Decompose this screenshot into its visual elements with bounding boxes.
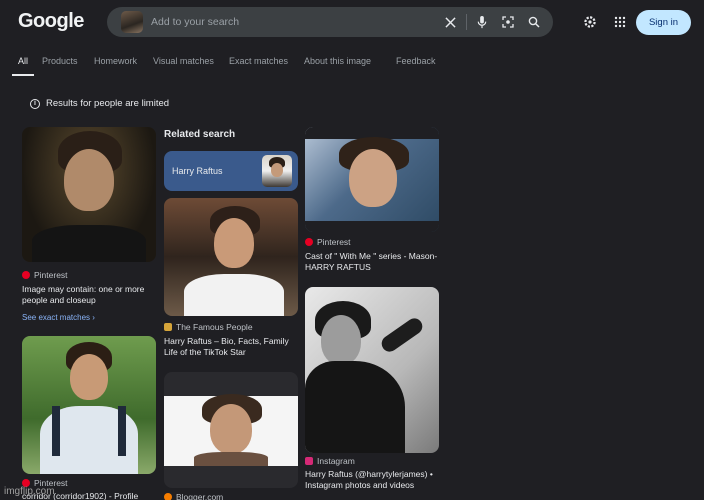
lens-icon[interactable]	[498, 12, 518, 32]
result-image[interactable]	[22, 336, 156, 474]
result-title[interactable]: Harry Raftus – Bio, Facts, Family Life o…	[164, 336, 304, 358]
famous-people-icon	[164, 323, 172, 331]
clear-icon[interactable]	[440, 12, 460, 32]
chip-thumbnail	[262, 155, 292, 187]
sign-in-button[interactable]: Sign in	[636, 10, 691, 35]
result-source[interactable]: Blogger.com	[164, 492, 223, 500]
result-image[interactable]	[305, 127, 439, 232]
imgflip-watermark: imgflip.com	[4, 486, 55, 497]
info-icon: i	[30, 98, 40, 109]
exact-matches-label: See exact matches	[22, 313, 91, 322]
notice-text: Results for people are limited	[46, 98, 170, 109]
result-image[interactable]	[305, 287, 439, 453]
result-source[interactable]: Pinterest	[305, 237, 351, 247]
result-title[interactable]: Harry Raftus (@harrytylerjames) • Instag…	[305, 469, 445, 491]
search-image-thumbnail[interactable]	[121, 11, 143, 33]
search-icon[interactable]	[524, 12, 544, 32]
instagram-icon	[305, 457, 313, 465]
result-source[interactable]: The Famous People	[164, 322, 253, 332]
active-tab-indicator	[12, 74, 34, 76]
related-search-chip[interactable]: Harry Raftus	[164, 151, 298, 191]
tab-feedback[interactable]: Feedback	[396, 56, 436, 66]
google-logo[interactable]: Google	[18, 10, 84, 33]
search-input[interactable]	[151, 13, 431, 31]
result-source[interactable]: Pinterest	[22, 270, 68, 280]
result-image[interactable]	[22, 127, 156, 262]
result-source[interactable]: Instagram	[305, 456, 355, 466]
result-title[interactable]: Cast of " With Me " series - Mason- HARR…	[305, 251, 439, 273]
tab-all[interactable]: All	[18, 56, 28, 66]
related-search-heading: Related search	[164, 129, 236, 140]
microphone-icon[interactable]	[472, 12, 492, 32]
result-image[interactable]	[164, 198, 298, 316]
pinterest-icon	[305, 238, 313, 246]
chip-label: Harry Raftus	[172, 166, 223, 176]
search-divider	[466, 14, 467, 30]
tab-about-this-image[interactable]: About this image	[304, 56, 371, 66]
blogger-icon	[164, 493, 172, 500]
see-exact-matches-link[interactable]: See exact matches ›	[22, 313, 95, 322]
result-title[interactable]: Image may contain: one or more people an…	[22, 284, 158, 306]
source-label: Blogger.com	[176, 492, 224, 500]
pinterest-icon	[22, 271, 30, 279]
chevron-right-icon: ›	[92, 313, 95, 322]
source-label: The Famous People	[176, 322, 253, 332]
source-label: Pinterest	[34, 270, 68, 280]
search-bar[interactable]	[107, 7, 553, 37]
tab-homework[interactable]: Homework	[94, 56, 137, 66]
limited-results-notice: i Results for people are limited	[30, 98, 169, 109]
tab-exact-matches[interactable]: Exact matches	[229, 56, 288, 66]
source-label: Instagram	[317, 456, 355, 466]
tab-products[interactable]: Products	[42, 56, 78, 66]
settings-gear-icon[interactable]	[579, 11, 601, 33]
source-label: Pinterest	[317, 237, 351, 247]
search-tabs: All Products Homework Visual matches Exa…	[0, 56, 704, 76]
apps-grid-icon[interactable]	[609, 11, 631, 33]
result-image[interactable]	[164, 372, 298, 488]
tab-visual-matches[interactable]: Visual matches	[153, 56, 214, 66]
